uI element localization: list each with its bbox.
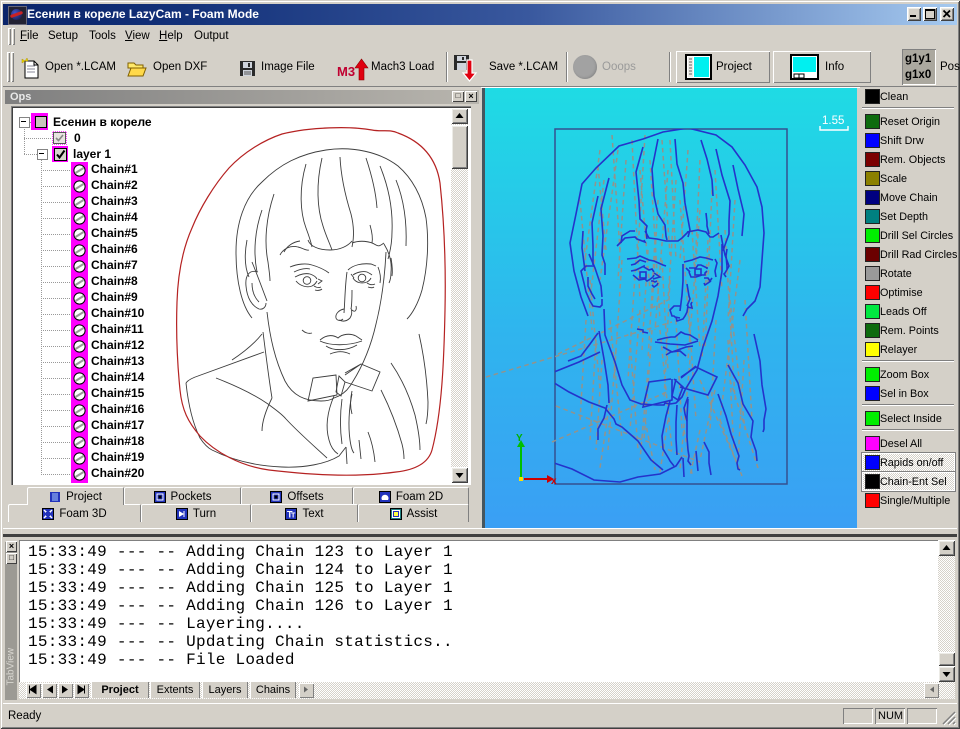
svg-text:Y: Y xyxy=(516,433,523,444)
svg-text:1.55: 1.55 xyxy=(822,115,844,127)
svg-text:x: x xyxy=(551,476,557,487)
svg-text:T: T xyxy=(291,512,296,519)
svg-text:M3: M3 xyxy=(337,64,355,79)
